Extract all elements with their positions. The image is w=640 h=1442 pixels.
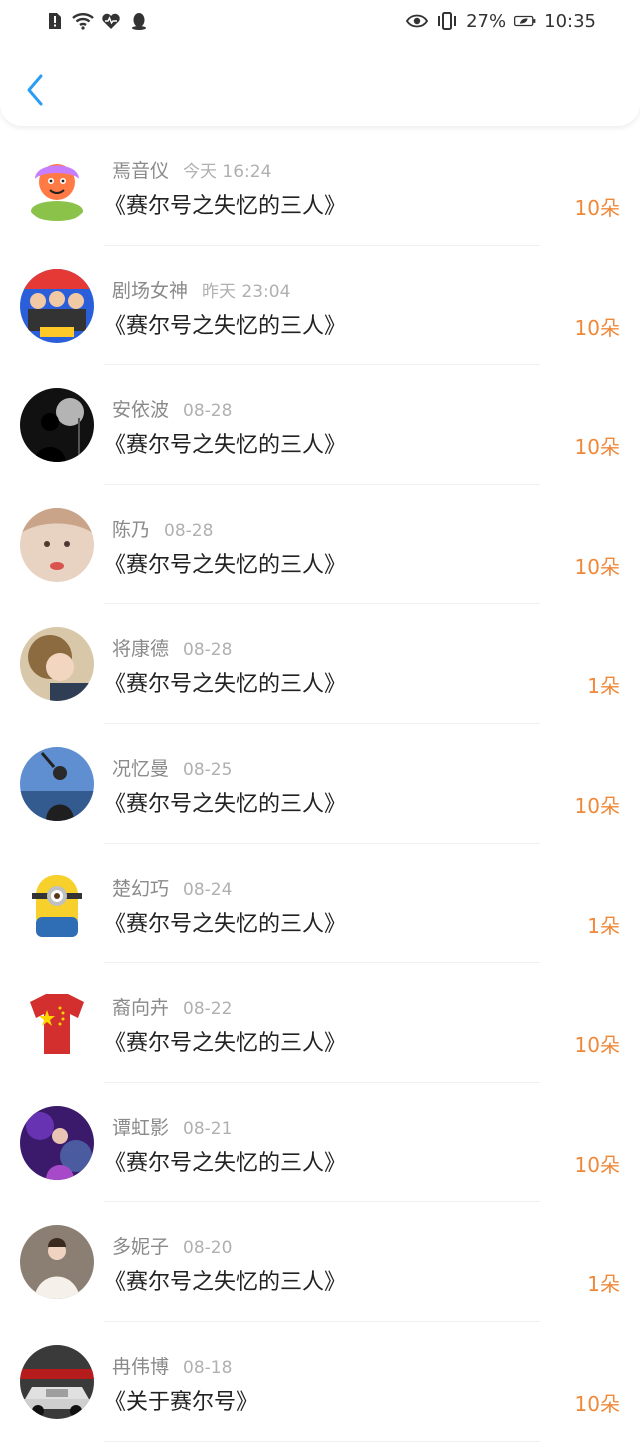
- back-button[interactable]: [20, 72, 50, 108]
- gift-time: 08-21: [183, 1118, 233, 1139]
- avatar[interactable]: [20, 388, 94, 463]
- gift-record-row[interactable]: 冉伟博 08-18 《关于赛尔号》 10朵: [0, 1322, 640, 1442]
- avatar[interactable]: [20, 507, 94, 582]
- top-header: 27% 10:35: [0, 0, 640, 126]
- work-title[interactable]: 《赛尔号之失忆的三人》: [104, 666, 346, 698]
- sender-name: 谭虹影: [112, 1116, 170, 1139]
- qq-penguin-icon: [128, 10, 150, 32]
- alert-sim-icon: [44, 10, 66, 32]
- gift-record-row[interactable]: 楚幻巧 08-24 《赛尔号之失忆的三人》 1朵: [0, 844, 640, 964]
- sender-info: 剧场女神 昨天 23:04: [112, 276, 290, 303]
- sender-info: 况忆曼 08-25: [112, 754, 232, 781]
- gift-time: 08-28: [164, 520, 214, 541]
- gift-time: 08-25: [183, 759, 233, 780]
- sender-info: 楚幻巧 08-24: [112, 874, 232, 901]
- work-title[interactable]: 《赛尔号之失忆的三人》: [104, 1264, 346, 1296]
- flower-count: 10朵: [574, 793, 620, 818]
- flower-count: 10朵: [574, 554, 620, 579]
- sender-name: 冉伟博: [112, 1355, 170, 1378]
- clock: 10:35: [544, 10, 596, 32]
- work-title[interactable]: 《赛尔号之失忆的三人》: [104, 547, 346, 579]
- work-title[interactable]: 《关于赛尔号》: [104, 1384, 258, 1416]
- sender-info: 将康德 08-28: [112, 634, 232, 661]
- work-title[interactable]: 《赛尔号之失忆的三人》: [104, 308, 346, 340]
- sender-info: 安依波 08-28: [112, 395, 232, 422]
- gift-record-list: 焉音仪 今天 16:24 《赛尔号之失忆的三人》 10朵 剧场女神 昨天 23:04 《赛尔…: [0, 126, 640, 1442]
- divider: [104, 1440, 540, 1442]
- flower-count: 1朵: [587, 913, 620, 938]
- eye-icon: [406, 10, 429, 32]
- sender-name: 多妮子: [112, 1236, 170, 1259]
- flower-count: 10朵: [574, 196, 620, 220]
- sender-name: 况忆曼: [112, 757, 170, 780]
- work-title[interactable]: 《赛尔号之失忆的三人》: [104, 1025, 346, 1057]
- flower-count: 10朵: [574, 1033, 620, 1058]
- sender-name: 陈乃: [112, 518, 151, 541]
- gift-time: 08-28: [183, 640, 233, 661]
- avatar[interactable]: [20, 627, 94, 702]
- avatar[interactable]: [20, 1225, 94, 1300]
- gift-time: 08-28: [183, 401, 233, 422]
- work-title[interactable]: 《赛尔号之失忆的三人》: [104, 786, 346, 818]
- gift-time: 今天 16:24: [183, 162, 272, 182]
- avatar[interactable]: [20, 1344, 94, 1419]
- battery-percent: 27%: [466, 10, 507, 32]
- sender-name: 将康德: [112, 638, 170, 661]
- gift-record-row[interactable]: 陈乃 08-28 《赛尔号之失忆的三人》 10朵: [0, 485, 640, 605]
- sender-info: 多妮子 08-20: [112, 1232, 232, 1259]
- vibrate-icon: [436, 10, 458, 32]
- avatar[interactable]: [20, 986, 94, 1061]
- flower-count: 1朵: [587, 1272, 620, 1297]
- avatar[interactable]: [20, 1105, 94, 1180]
- gift-record-row[interactable]: 安依波 08-28 《赛尔号之失忆的三人》 10朵: [0, 365, 640, 485]
- gift-record-row[interactable]: 况忆曼 08-25 《赛尔号之失忆的三人》 10朵: [0, 724, 640, 844]
- gift-record-row[interactable]: 焉音仪 今天 16:24 《赛尔号之失忆的三人》 10朵: [0, 126, 640, 246]
- work-title[interactable]: 《赛尔号之失忆的三人》: [104, 906, 346, 938]
- chevron-left-icon: [27, 74, 43, 106]
- gift-time: 08-22: [183, 999, 233, 1020]
- sender-info: 陈乃 08-28: [112, 515, 213, 542]
- gift-time: 昨天 23:04: [202, 281, 291, 302]
- heart-rate-icon: [100, 10, 122, 32]
- gift-record-row[interactable]: 谭虹影 08-21 《赛尔号之失忆的三人》 10朵: [0, 1083, 640, 1203]
- sender-name: 楚幻巧: [112, 877, 170, 900]
- status-bar: 27% 10:35: [0, 0, 640, 44]
- sender-name: 焉音仪: [112, 160, 170, 182]
- gift-record-row[interactable]: 将康德 08-28 《赛尔号之失忆的三人》 1朵: [0, 604, 640, 724]
- work-title[interactable]: 《赛尔号之失忆的三人》: [104, 1145, 346, 1177]
- gift-time: 08-18: [183, 1357, 233, 1378]
- wifi-icon: [72, 10, 94, 32]
- sender-info: 谭虹影 08-21: [112, 1113, 232, 1140]
- sender-info: 裔向卉 08-22: [112, 993, 232, 1020]
- gift-record-row[interactable]: 剧场女神 昨天 23:04 《赛尔号之失忆的三人》 10朵: [0, 246, 640, 366]
- sender-info: 焉音仪 今天 16:24: [112, 156, 271, 183]
- avatar[interactable]: [20, 268, 94, 343]
- avatar[interactable]: [20, 149, 94, 223]
- flower-count: 10朵: [574, 1152, 620, 1177]
- work-title[interactable]: 《赛尔号之失忆的三人》: [104, 427, 346, 459]
- avatar[interactable]: [20, 866, 94, 941]
- flower-count: 10朵: [574, 1391, 620, 1416]
- battery-saver-icon: [514, 10, 536, 32]
- gift-time: 08-24: [183, 879, 233, 900]
- sender-name: 剧场女神: [112, 279, 189, 302]
- gift-time: 08-20: [183, 1238, 233, 1259]
- flower-count: 10朵: [574, 315, 620, 340]
- gift-record-row[interactable]: 多妮子 08-20 《赛尔号之失忆的三人》 1朵: [0, 1202, 640, 1322]
- work-title[interactable]: 《赛尔号之失忆的三人》: [104, 188, 346, 220]
- flower-count: 10朵: [574, 435, 620, 460]
- gift-record-row[interactable]: 裔向卉 08-22 《赛尔号之失忆的三人》 10朵: [0, 963, 640, 1083]
- flower-count: 1朵: [587, 674, 620, 699]
- avatar[interactable]: [20, 746, 94, 821]
- sender-name: 安依波: [112, 399, 170, 422]
- sender-info: 冉伟博 08-18: [112, 1352, 232, 1379]
- sender-name: 裔向卉: [112, 997, 170, 1020]
